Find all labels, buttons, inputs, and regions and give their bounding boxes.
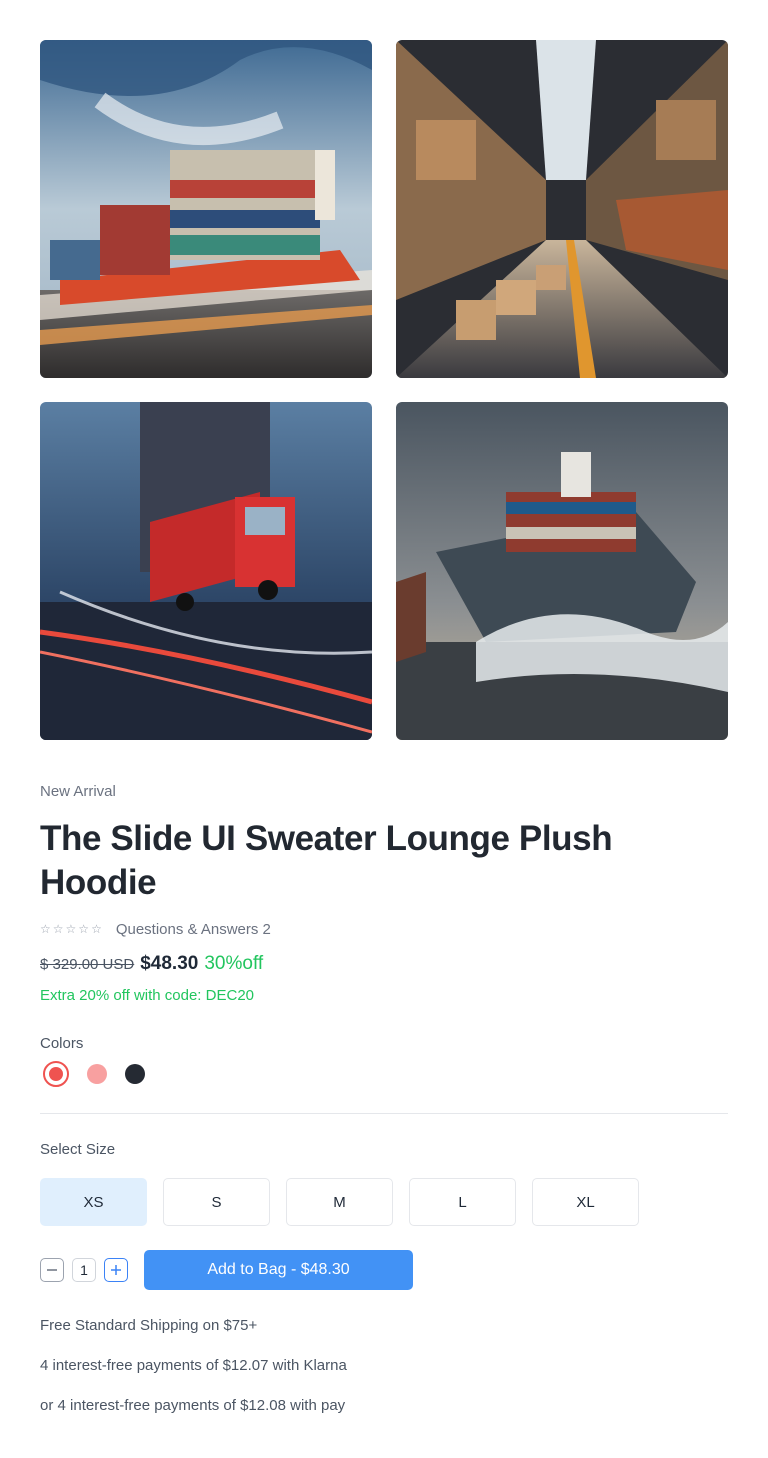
star-rating[interactable]: ☆ ☆ ☆ ☆ ☆ — [40, 923, 102, 935]
size-button-xl[interactable]: XL — [532, 1178, 639, 1226]
quantity-row: 1 Add to Bag - $48.30 — [40, 1250, 413, 1290]
discount-badge: 30%off — [204, 953, 264, 974]
star-icon: ☆ — [65, 922, 77, 936]
warehouse-photo — [396, 40, 728, 378]
star-icon: ☆ — [52, 922, 64, 936]
klarna-info: 4 interest-free payments of $12.07 with … — [40, 1357, 347, 1374]
size-options: XS S M L XL — [40, 1178, 639, 1226]
color-swatches — [43, 1061, 145, 1087]
new-arrival-label: New Arrival — [40, 783, 116, 800]
product-image-2[interactable] — [396, 40, 728, 378]
shipping-info: Free Standard Shipping on $75+ — [40, 1317, 258, 1334]
product-image-1[interactable] — [40, 40, 372, 378]
product-image-3[interactable] — [40, 402, 372, 740]
container-ship-photo — [40, 40, 372, 378]
add-to-bag-button[interactable]: Add to Bag - $48.30 — [144, 1250, 413, 1290]
pay-info: or 4 interest-free payments of $12.08 wi… — [40, 1397, 346, 1414]
color-swatch-charcoal[interactable] — [125, 1064, 145, 1084]
questions-answers-link[interactable]: Questions & Answers 2 — [116, 921, 271, 938]
current-price: $48.30 — [140, 953, 199, 974]
size-button-xs[interactable]: XS — [40, 1178, 147, 1226]
price-row: $ 329.00 USD $48.30 30%off — [40, 953, 263, 975]
color-swatch-red[interactable] — [43, 1061, 69, 1087]
decrease-quantity-button[interactable] — [40, 1258, 64, 1282]
size-button-m[interactable]: M — [286, 1178, 393, 1226]
section-divider — [40, 1113, 728, 1114]
increase-quantity-button[interactable] — [104, 1258, 128, 1282]
size-button-s[interactable]: S — [163, 1178, 270, 1226]
size-button-l[interactable]: L — [409, 1178, 516, 1226]
plus-icon — [111, 1265, 121, 1275]
star-icon: ☆ — [78, 922, 90, 936]
red-truck-photo — [40, 402, 372, 740]
product-image-4[interactable] — [396, 402, 728, 740]
select-size-label: Select Size — [40, 1141, 116, 1158]
product-title: The Slide UI Sweater Lounge Plush Hoodie — [40, 819, 613, 902]
rating-row: ☆ ☆ ☆ ☆ ☆ Questions & Answers 2 — [40, 918, 271, 940]
promo-code-text: Extra 20% off with code: DEC20 — [40, 987, 254, 1004]
minus-icon — [47, 1269, 57, 1271]
cargo-ship-waves-photo — [396, 402, 728, 740]
color-swatch-pink[interactable] — [87, 1064, 107, 1084]
star-icon: ☆ — [91, 922, 102, 936]
quantity-value[interactable]: 1 — [72, 1258, 96, 1282]
colors-label: Colors — [40, 1035, 84, 1052]
star-icon: ☆ — [40, 922, 51, 936]
original-price: $ 329.00 USD — [40, 956, 135, 973]
product-gallery — [40, 40, 728, 740]
